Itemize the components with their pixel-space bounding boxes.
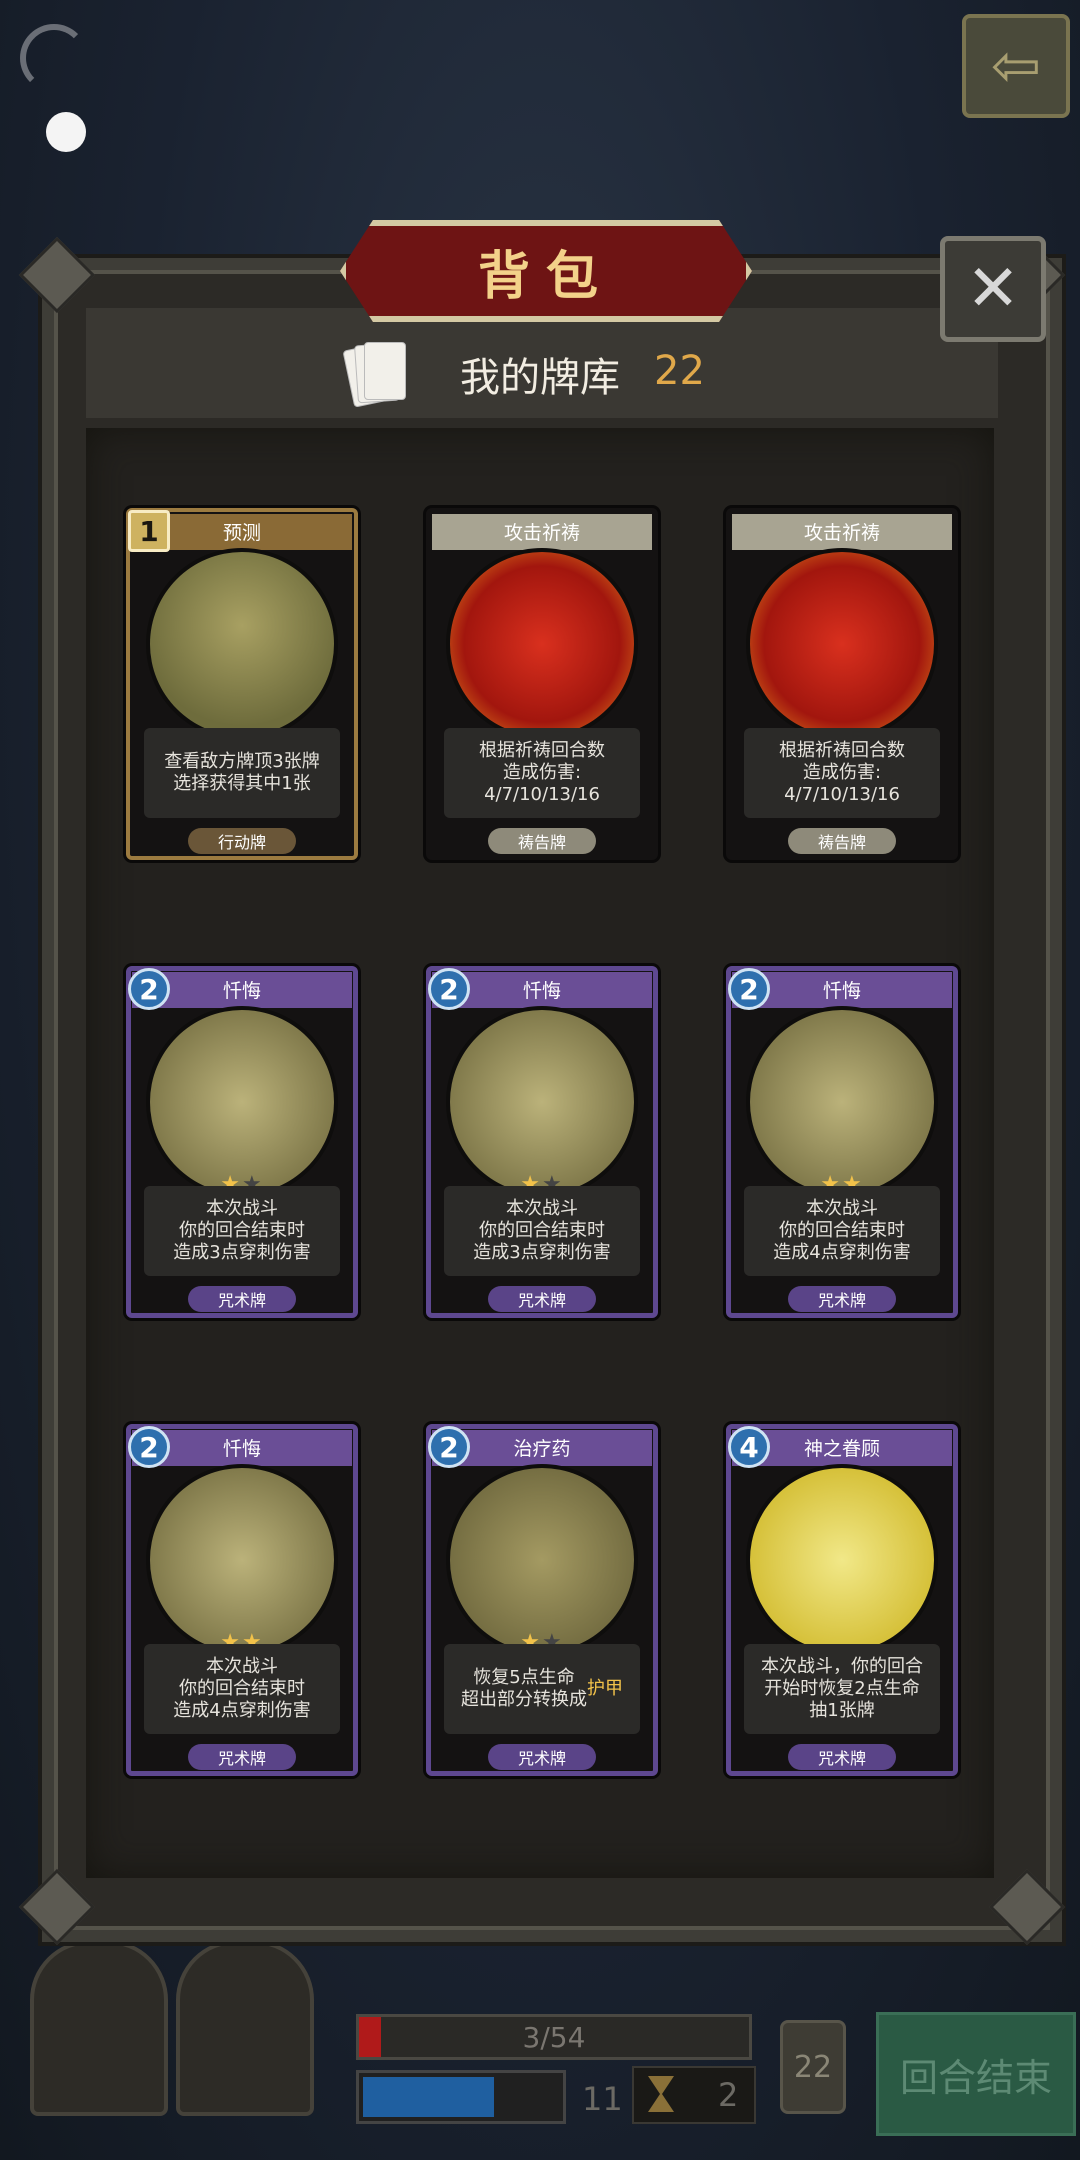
deck-count: 22 [654, 348, 705, 394]
card[interactable]: 忏悔 2 ★★ 本次战斗 你的回合结束时 造成4点穿刺伤害 咒术牌 [726, 966, 958, 1318]
status-dot [46, 112, 86, 152]
card[interactable]: 忏悔 2 ★★ 本次战斗 你的回合结束时 造成3点穿刺伤害 咒术牌 [426, 966, 658, 1318]
card-description: 恢复5点生命 超出部分转换成 护甲 [444, 1644, 640, 1734]
card-type: 祷告牌 [788, 828, 896, 854]
card-description: 本次战斗，你的回合 开始时恢复2点生命 抽1张牌 [744, 1644, 940, 1734]
card-type: 咒术牌 [188, 1286, 296, 1312]
card-type: 行动牌 [188, 828, 296, 854]
arrow-left-icon: ⇦ [990, 31, 1042, 101]
card[interactable]: 忏悔 2 ★★ 本次战斗 你的回合结束时 造成4点穿刺伤害 咒术牌 [126, 1424, 358, 1776]
card-cost: 2 [728, 968, 770, 1010]
card-art-cross [750, 1010, 934, 1194]
card-description: 本次战斗 你的回合结束时 造成4点穿刺伤害 [744, 1186, 940, 1276]
card-art-witch [150, 552, 334, 736]
card-cost: 4 [728, 1426, 770, 1468]
hp-text: 3/54 [522, 2021, 586, 2054]
page-title: 背包 [477, 246, 614, 307]
card-art-cross [450, 1010, 634, 1194]
card-description: 本次战斗 你的回合结束时 造成3点穿刺伤害 [444, 1186, 640, 1276]
card-description: 查看敌方牌顶3张牌 选择获得其中1张 [144, 728, 340, 818]
card-type: 咒术牌 [788, 1286, 896, 1312]
card-type: 咒术牌 [488, 1744, 596, 1770]
card-type: 祷告牌 [488, 828, 596, 854]
card-cost: 2 [128, 1426, 170, 1468]
hourglass-icon [648, 2076, 674, 2112]
end-turn-button[interactable]: 回合结束 [876, 2012, 1076, 2136]
card-cost: 2 [128, 968, 170, 1010]
card-art-fire [750, 552, 934, 736]
card-type: 咒术牌 [488, 1286, 596, 1312]
card-type: 咒术牌 [188, 1744, 296, 1770]
back-arrow-button[interactable]: ⇦ [962, 14, 1070, 118]
card-description: 本次战斗 你的回合结束时 造成3点穿刺伤害 [144, 1186, 340, 1276]
relic-slot-2[interactable] [176, 1940, 314, 2116]
card-description: 根据祈祷回合数 造成伤害: 4/7/10/13/16 [444, 728, 640, 818]
card-cost: 1 [128, 510, 170, 552]
cards-stack-icon [342, 340, 408, 408]
top-left-indicator [12, 14, 102, 154]
card-art-cross [150, 1468, 334, 1652]
card[interactable]: 攻击祈祷根据祈祷回合数 造成伤害: 4/7/10/13/16 祷告牌 [726, 508, 958, 860]
card[interactable]: 攻击祈祷根据祈祷回合数 造成伤害: 4/7/10/13/16 祷告牌 [426, 508, 658, 860]
close-button[interactable]: ✕ [940, 236, 1046, 342]
turn-counter: 2 [632, 2066, 756, 2124]
mana-bar [356, 2070, 566, 2124]
card-name: 攻击祈祷 [803, 522, 880, 544]
mana-fill [363, 2077, 494, 2117]
card-art-fire [450, 552, 634, 736]
relic-slot-hand[interactable] [30, 1940, 168, 2116]
title-banner: 背包 [340, 220, 752, 322]
card[interactable]: 神之眷顾 4 本次战斗，你的回合 开始时恢复2点生命 抽1张牌 咒术牌 [726, 1424, 958, 1776]
card[interactable]: 忏悔 2 ★★ 本次战斗 你的回合结束时 造成3点穿刺伤害 咒术牌 [126, 966, 358, 1318]
card-art-angel [750, 1468, 934, 1652]
loading-ring-icon [20, 24, 88, 92]
card[interactable]: 预测 1 查看敌方牌顶3张牌 选择获得其中1张 行动牌 [126, 508, 358, 860]
hp-bar: 3/54 [356, 2014, 752, 2060]
card-art-cross [150, 1010, 334, 1194]
card-description: 本次战斗 你的回合结束时 造成4点穿刺伤害 [144, 1644, 340, 1734]
card-name: 攻击祈祷 [503, 522, 580, 544]
draw-pile-badge[interactable]: 22 [780, 2020, 846, 2114]
card-description: 根据祈祷回合数 造成伤害: 4/7/10/13/16 [744, 728, 940, 818]
turn-number: 2 [718, 2076, 739, 2114]
card[interactable]: 治疗药 2 ★★ 恢复5点生命 超出部分转换成 护甲 咒术牌 [426, 1424, 658, 1776]
card-type: 咒术牌 [788, 1744, 896, 1770]
card-cost: 2 [428, 968, 470, 1010]
mana-value: 11 [582, 2080, 623, 2118]
card-cost: 2 [428, 1426, 470, 1468]
close-icon: ✕ [966, 252, 1020, 326]
card-art-potion [450, 1468, 634, 1652]
deck-title: 我的牌库 [460, 355, 620, 401]
